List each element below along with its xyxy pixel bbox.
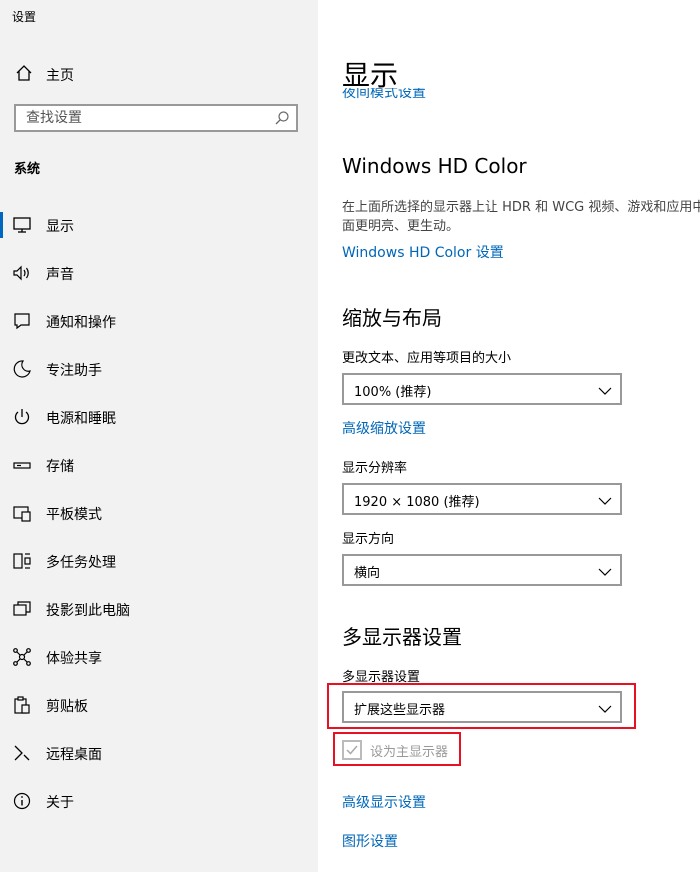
sidebar-item-project-to-pc[interactable]: 投影到此电脑 xyxy=(0,589,318,629)
sidebar-item-label: 专注助手 xyxy=(46,363,102,379)
sidebar-item-about[interactable]: 关于 xyxy=(0,781,318,821)
chevron-down-icon xyxy=(598,564,612,578)
search-box[interactable] xyxy=(14,104,298,132)
resolution-dropdown[interactable]: 1920 × 1080 (推荐) xyxy=(342,483,622,515)
sidebar-item-focus-assist[interactable]: 专注助手 xyxy=(0,349,318,389)
project-icon xyxy=(12,599,32,619)
sidebar-item-clipboard[interactable]: 剪贴板 xyxy=(0,685,318,725)
scale-layout-heading: 缩放与布局 xyxy=(342,306,442,330)
sidebar-item-label: 多任务处理 xyxy=(46,555,116,571)
sidebar-item-label: 投影到此电脑 xyxy=(46,603,130,619)
moon-icon xyxy=(12,359,32,379)
sidebar-item-label: 通知和操作 xyxy=(46,315,116,331)
sidebar-item-display[interactable]: 显示 xyxy=(0,205,318,245)
sidebar-item-label: 体验共享 xyxy=(46,651,102,667)
home-icon xyxy=(14,63,34,83)
advanced-scaling-link[interactable]: 高级缩放设置 xyxy=(342,418,426,438)
sidebar-item-label: 声音 xyxy=(46,267,74,283)
notification-icon xyxy=(12,311,32,331)
chevron-down-icon xyxy=(598,493,612,507)
dropdown-value: 100% (推荐) xyxy=(354,385,432,400)
window-title: 设置 xyxy=(12,10,37,24)
resolution-label: 显示分辨率 xyxy=(342,461,408,476)
sidebar-item-remote-desktop[interactable]: 远程桌面 xyxy=(0,733,318,773)
text-size-label: 更改文本、应用等项目的大小 xyxy=(342,351,512,366)
monitor-icon xyxy=(12,215,32,235)
sidebar: 设置 主页 系统 显示 声音 通知和操作 专注助手 xyxy=(0,0,318,872)
sidebar-item-label: 平板模式 xyxy=(46,507,102,523)
sidebar-item-label: 关于 xyxy=(46,795,74,811)
sidebar-item-label: 远程桌面 xyxy=(46,747,102,763)
sidebar-item-label: 存储 xyxy=(46,459,74,475)
dropdown-value: 横向 xyxy=(354,566,381,581)
advanced-display-link[interactable]: 高级显示设置 xyxy=(342,792,426,812)
hdr-description: 在上面所选择的显示器上让 HDR 和 WCG 视频、游戏和应用中的画面更明亮、更… xyxy=(342,200,700,234)
orientation-dropdown[interactable]: 横向 xyxy=(342,554,622,586)
sidebar-item-home[interactable]: 主页 xyxy=(0,58,318,88)
highlight-box-checkbox xyxy=(333,732,461,766)
search-input[interactable] xyxy=(16,106,276,130)
clipboard-icon xyxy=(12,695,32,715)
sidebar-item-shared-experiences[interactable]: 体验共享 xyxy=(0,637,318,677)
page-title: 显示 xyxy=(342,59,399,92)
sidebar-item-label: 剪贴板 xyxy=(46,699,88,715)
sidebar-item-label: 显示 xyxy=(46,219,74,235)
info-icon xyxy=(12,791,32,811)
sidebar-item-tablet-mode[interactable]: 平板模式 xyxy=(0,493,318,533)
storage-icon xyxy=(12,455,32,475)
hdr-heading: Windows HD Color xyxy=(342,154,527,178)
text-size-dropdown[interactable]: 100% (推荐) xyxy=(342,373,622,405)
sidebar-item-multitasking[interactable]: 多任务处理 xyxy=(0,541,318,581)
main-content: 夜间模式设置 显示 Windows HD Color 在上面所选择的显示器上让 … xyxy=(318,0,700,872)
dropdown-value: 1920 × 1080 (推荐) xyxy=(354,495,480,510)
power-icon xyxy=(12,407,32,427)
sidebar-item-storage[interactable]: 存储 xyxy=(0,445,318,485)
multitask-icon xyxy=(12,551,32,571)
share-icon xyxy=(12,647,32,667)
active-indicator xyxy=(0,212,3,238)
section-label-system: 系统 xyxy=(14,162,41,177)
sidebar-item-sound[interactable]: 声音 xyxy=(0,253,318,293)
multi-display-heading: 多显示器设置 xyxy=(342,625,462,649)
remote-desktop-icon xyxy=(12,743,32,763)
orientation-label: 显示方向 xyxy=(342,532,395,547)
chevron-down-icon xyxy=(598,383,612,397)
sidebar-item-label: 主页 xyxy=(46,68,74,84)
tablet-mode-icon xyxy=(12,503,32,523)
hdr-settings-link[interactable]: Windows HD Color 设置 xyxy=(342,242,504,262)
sidebar-item-label: 电源和睡眠 xyxy=(46,411,116,427)
search-icon[interactable] xyxy=(274,110,290,126)
speaker-icon xyxy=(12,263,32,283)
highlight-box-dropdown xyxy=(327,683,636,729)
sidebar-item-notifications[interactable]: 通知和操作 xyxy=(0,301,318,341)
graphics-settings-link[interactable]: 图形设置 xyxy=(342,831,398,851)
sidebar-item-power-sleep[interactable]: 电源和睡眠 xyxy=(0,397,318,437)
